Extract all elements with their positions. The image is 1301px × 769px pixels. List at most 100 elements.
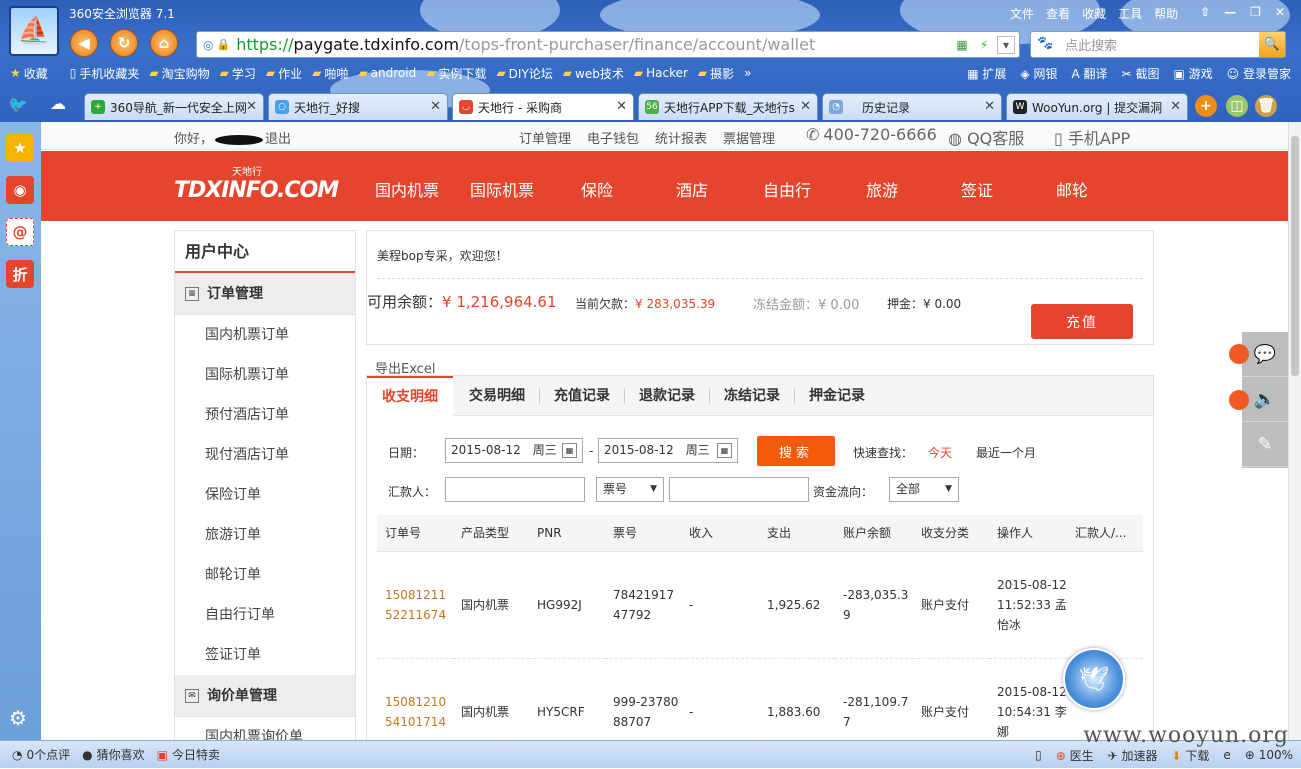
status-daily-deals[interactable]: ▣ 今日特卖 xyxy=(157,746,220,763)
tab-wooyun[interactable]: W WooYun.org | 提交漏洞 ✕ xyxy=(1006,93,1188,120)
bookmark-study[interactable]: ▰ 学习 xyxy=(220,65,256,82)
ticket-number-input[interactable] xyxy=(669,477,809,502)
date-from-input[interactable]: 2015-08-12 周三 ▦ xyxy=(445,438,583,463)
menu-group-inquiry[interactable]: ✉ 询价单管理 xyxy=(175,675,355,717)
close-icon[interactable]: ✕ xyxy=(1275,5,1285,22)
tab-tdx-purchaser[interactable]: ◡ 天地行 - 采购商 ✕ xyxy=(452,93,634,120)
bird-icon[interactable]: 🐦 xyxy=(8,95,28,114)
recharge-button[interactable]: 充值 xyxy=(1031,304,1133,339)
page-scrollbar[interactable] xyxy=(1288,122,1301,740)
menu-favorites[interactable]: 收藏 xyxy=(1082,5,1106,22)
tab-refund-records[interactable]: 退款记录 xyxy=(639,376,695,416)
top-link-orders[interactable]: 订单管理 xyxy=(519,128,571,147)
bookmark-web[interactable]: ▰ web技术 xyxy=(563,65,624,82)
nav-free-travel[interactable]: 自由行 xyxy=(763,177,811,201)
menu-view[interactable]: 查看 xyxy=(1046,5,1070,22)
tab-frozen-records[interactable]: 冻结记录 xyxy=(724,376,780,416)
logout-link[interactable]: 退出 xyxy=(265,132,291,147)
bookmark-taobao[interactable]: ▰ 淘宝购物 xyxy=(149,65,209,82)
home-button[interactable]: ⌂ xyxy=(150,29,178,57)
menu-item-cruise-orders[interactable]: 邮轮订单 xyxy=(175,555,355,595)
bank-button[interactable]: ◈ 网银 xyxy=(1020,65,1057,82)
calendar-icon[interactable]: ▦ xyxy=(717,443,732,458)
nav-domestic-flights[interactable]: 国内机票 xyxy=(375,177,439,201)
menu-item-insurance-orders[interactable]: 保险订单 xyxy=(175,475,355,515)
status-reviews[interactable]: ◔ 0个点评 xyxy=(12,746,70,763)
menu-item-domestic-flight-orders[interactable]: 国内机票订单 xyxy=(175,315,355,355)
status-guess-like[interactable]: ● 猜你喜欢 xyxy=(82,746,145,763)
menu-item-international-flight-orders[interactable]: 国际机票订单 xyxy=(175,355,355,395)
cell-order-number[interactable]: 1508121054101714 xyxy=(377,658,453,740)
screenshot-button[interactable]: ✂ 截图 xyxy=(1122,65,1160,82)
address-dropdown-icon[interactable]: ▾ xyxy=(997,36,1015,54)
tab-history[interactable]: ◔ 历史记录 ✕ xyxy=(822,93,1002,120)
nav-hotel[interactable]: 酒店 xyxy=(676,177,708,201)
search-engine-icon[interactable]: 🐾 xyxy=(1037,36,1053,51)
speed-mode-icon[interactable]: ⚡ xyxy=(975,36,993,54)
tab-income-expense[interactable]: 收支明细 xyxy=(367,376,453,417)
weibo-icon[interactable]: ◉ xyxy=(6,176,34,204)
bookmark-examples[interactable]: ▰ 实例下载 xyxy=(426,65,486,82)
mobile-app-link[interactable]: ▯ 手机APP xyxy=(1054,125,1130,149)
extension-button[interactable]: ▦ 扩展 xyxy=(967,65,1006,82)
tab-haosou[interactable]: ○ 天地行_好搜 ✕ xyxy=(268,93,448,120)
bookmark-photo[interactable]: ▰ 摄影 xyxy=(698,65,734,82)
site-logo[interactable]: 天地行 TDXINFO.COM xyxy=(174,163,339,203)
games-button[interactable]: ▣ 游戏 xyxy=(1173,65,1212,82)
pencil-icon[interactable]: ✎ xyxy=(1242,422,1288,467)
menu-item-free-travel-orders[interactable]: 自由行订单 xyxy=(175,595,355,635)
tab-close-icon[interactable]: ✕ xyxy=(246,99,257,114)
nav-international-flights[interactable]: 国际机票 xyxy=(470,177,534,201)
status-download[interactable]: ⬇ 下载 xyxy=(1172,747,1210,764)
tab-tdx-app[interactable]: 56 天地行APP下载_天地行s ✕ xyxy=(638,93,818,120)
restore-tab-icon[interactable]: ◫ xyxy=(1226,95,1248,117)
tab-close-icon[interactable]: ✕ xyxy=(800,99,811,114)
assistant-bird-icon[interactable]: 🕊 xyxy=(1063,648,1125,710)
menu-item-prepaid-hotel-orders[interactable]: 预付酒店订单 xyxy=(175,395,355,435)
bookmarks-more-icon[interactable]: » xyxy=(744,66,751,80)
settings-gear-icon[interactable]: ⚙ xyxy=(9,706,27,730)
fund-flow-select[interactable]: 全部 ▼ xyxy=(889,477,959,502)
cell-order-number[interactable]: 1508121152211674 xyxy=(377,551,453,659)
ie-icon[interactable]: e xyxy=(1223,748,1230,762)
menu-item-tour-orders[interactable]: 旅游订单 xyxy=(175,515,355,555)
menu-item-visa-orders[interactable]: 签证订单 xyxy=(175,635,355,675)
search-box[interactable]: 🐾 点此搜索 🔍 xyxy=(1030,31,1286,58)
tab-close-icon[interactable]: ✕ xyxy=(1170,99,1181,114)
login-manager-button[interactable]: ☺ 登录管家 xyxy=(1227,65,1291,82)
url-text[interactable]: https://paygate.tdxinfo.com/tops-front-p… xyxy=(236,35,815,54)
restore-icon[interactable]: ❐ xyxy=(1250,5,1261,22)
scrollbar-thumb[interactable] xyxy=(1291,136,1299,376)
bookmark-homework[interactable]: ▰ 作业 xyxy=(266,65,302,82)
site-info-icon[interactable]: ◎ xyxy=(203,38,213,52)
nav-tour[interactable]: 旅游 xyxy=(866,177,898,201)
bookmark-diy[interactable]: ▰ DIY论坛 xyxy=(496,65,552,82)
new-tab-icon[interactable]: + xyxy=(1195,95,1217,117)
nav-cruise[interactable]: 邮轮 xyxy=(1056,177,1088,201)
nav-visa[interactable]: 签证 xyxy=(961,177,993,201)
search-button[interactable]: 搜索 xyxy=(757,436,835,466)
bookmark-papa[interactable]: ▰ 啪啪 xyxy=(312,65,348,82)
tab-recharge-records[interactable]: 充值记录 xyxy=(554,376,610,416)
tab-transactions[interactable]: 交易明细 xyxy=(469,376,525,416)
quick-today-link[interactable]: 今天 xyxy=(928,444,952,461)
nav-insurance[interactable]: 保险 xyxy=(581,177,613,201)
shirt-skin-icon[interactable]: ⇧ xyxy=(1200,5,1210,22)
cloud-icon[interactable]: ☁ xyxy=(50,94,66,113)
quick-last-month-link[interactable]: 最近一个月 xyxy=(976,444,1036,461)
discount-icon[interactable]: 折 xyxy=(6,260,34,288)
zoom-level[interactable]: ⊕ 100% xyxy=(1245,748,1293,762)
status-doctor[interactable]: ⊕ 医生 xyxy=(1056,747,1094,764)
menu-help[interactable]: 帮助 xyxy=(1154,5,1178,22)
bookmark-favorites[interactable]: ★ 收藏 xyxy=(10,65,48,82)
ticket-type-select[interactable]: 票号 ▼ xyxy=(596,477,664,502)
bookmark-mobile[interactable]: ▯ 手机收藏夹 xyxy=(70,65,140,82)
date-to-input[interactable]: 2015-08-12 周三 ▦ xyxy=(598,438,738,463)
tab-close-icon[interactable]: ✕ xyxy=(616,99,627,114)
tab-360nav[interactable]: + 360导航_新一代安全上网 ✕ xyxy=(84,93,264,120)
menu-item-cash-hotel-orders[interactable]: 现付酒店订单 xyxy=(175,435,355,475)
back-button[interactable]: ◀ xyxy=(70,29,98,57)
favorites-star-icon[interactable]: ★ xyxy=(6,134,34,162)
status-accelerator[interactable]: ✈ 加速器 xyxy=(1108,747,1158,764)
bookmark-android[interactable]: ▰ android xyxy=(358,66,416,80)
